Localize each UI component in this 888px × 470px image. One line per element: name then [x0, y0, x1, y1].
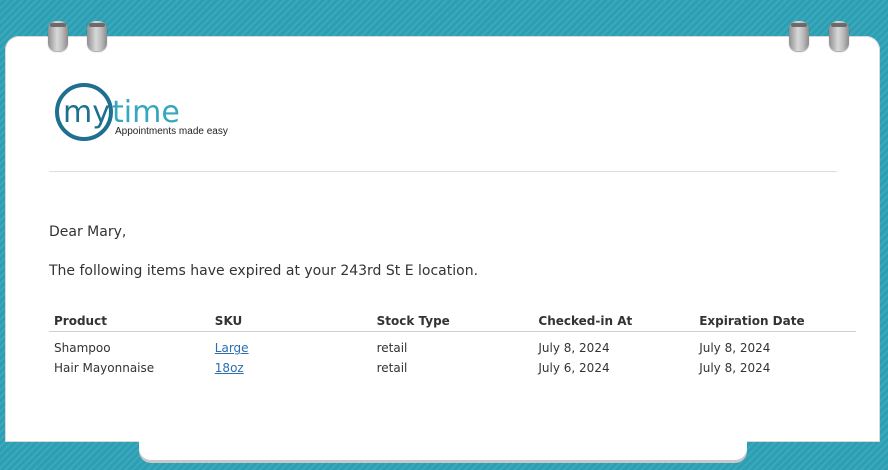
product-cell: Hair Mayonnaise [54, 361, 155, 375]
column-header-product: Product [49, 312, 210, 332]
column-header-stock-type: Stock Type [371, 312, 534, 332]
table-row: Hair Mayonnaise 18oz retail July 6, 2024… [49, 358, 856, 378]
stock-type-cell: retail [376, 361, 408, 375]
binder-ring-icon [87, 21, 107, 51]
binder-ring-icon [829, 21, 849, 51]
logo-tagline: Appointments made easy [115, 126, 228, 137]
sku-link[interactable]: Large [215, 341, 249, 355]
stock-type-cell: retail [376, 341, 408, 355]
expiration-cell: July 8, 2024 [699, 341, 771, 355]
expired-items-table: Product SKU Stock Type Checked-in At Exp… [49, 312, 856, 378]
table-header-row: Product SKU Stock Type Checked-in At Exp… [49, 312, 856, 332]
email-greeting: Dear Mary, [49, 224, 127, 240]
column-header-expiration: Expiration Date [694, 312, 856, 332]
sku-link[interactable]: 18oz [215, 361, 244, 375]
checked-in-cell: July 8, 2024 [538, 341, 610, 355]
sku-cell: 18oz [210, 358, 372, 378]
table-row: Shampoo Large retail July 8, 2024 July 8… [49, 332, 856, 359]
expiration-cell: July 8, 2024 [699, 361, 771, 375]
binder-ring-icon [48, 21, 68, 51]
decorative-top-strip [0, 0, 888, 36]
column-header-checked-in: Checked-in At [533, 312, 695, 332]
logo-text-my: my [63, 95, 110, 130]
logo-text-time: time [112, 95, 180, 130]
column-header-sku: SKU [209, 312, 372, 332]
notepad-paper-foot [139, 440, 747, 460]
email-message: The following items have expired at your… [49, 263, 479, 279]
binder-ring-icon [789, 21, 809, 51]
header-divider [49, 171, 837, 172]
sku-cell: Large [210, 332, 372, 359]
checked-in-cell: July 6, 2024 [538, 361, 610, 375]
product-cell: Shampoo [54, 341, 111, 355]
